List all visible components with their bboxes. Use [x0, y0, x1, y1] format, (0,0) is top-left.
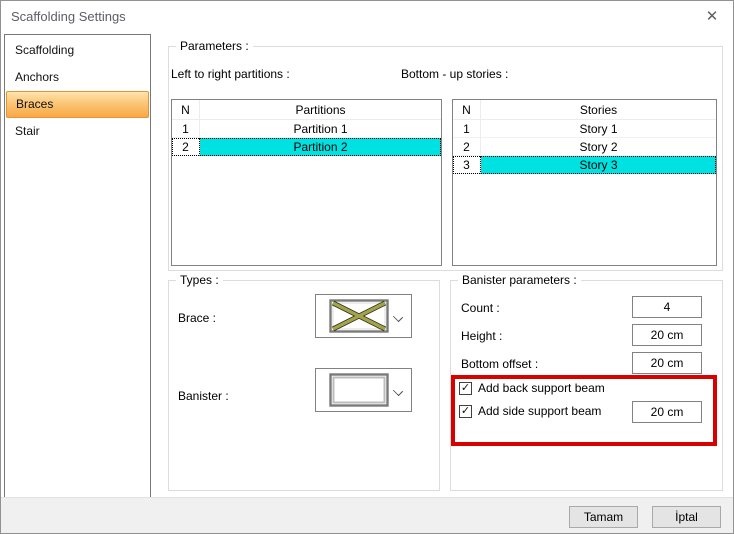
sidebar-item-anchors[interactable]: Anchors [6, 64, 149, 91]
stories-label: Bottom - up stories : [401, 67, 509, 81]
parameters-group-label: Parameters : [176, 39, 253, 53]
row-name: Story 1 [481, 120, 716, 138]
types-group-label: Types : [176, 273, 223, 287]
row-index: 1 [453, 120, 481, 138]
checkbox-checked-icon: ✓ [459, 381, 472, 395]
add-back-support-checkbox[interactable]: ✓ Add back support beam [459, 381, 605, 395]
checkbox-checked-icon: ✓ [459, 404, 472, 418]
table-row[interactable]: 2 Story 2 [453, 138, 716, 156]
stories-header-row: N Stories [453, 100, 716, 120]
sidebar-item-braces[interactable]: Braces [6, 91, 149, 118]
close-icon[interactable]: ✕ [699, 4, 725, 28]
table-row-selected[interactable]: 3 Story 3 [453, 156, 716, 174]
chevron-down-icon [394, 387, 402, 395]
row-index: 1 [172, 120, 200, 138]
scaffolding-settings-dialog: Scaffolding Settings ✕ Scaffolding Ancho… [0, 0, 734, 534]
partitions-header-n: N [172, 100, 200, 120]
stories-header-n: N [453, 100, 481, 120]
footer-bar: Tamam İptal [1, 497, 733, 533]
row-index: 2 [172, 138, 200, 156]
height-field[interactable] [632, 324, 702, 346]
stories-header-name: Stories [481, 100, 716, 120]
table-row[interactable]: 1 Story 1 [453, 120, 716, 138]
table-row-selected[interactable]: 2 Partition 2 [172, 138, 441, 156]
partitions-table: N Partitions 1 Partition 1 2 Partition 2 [171, 99, 442, 266]
cross-brace-icon [329, 299, 389, 333]
category-sidebar: Scaffolding Anchors Braces Stair [4, 34, 151, 498]
side-support-value-field[interactable] [632, 401, 702, 423]
height-label: Height : [461, 329, 503, 343]
row-name: Story 2 [481, 138, 716, 156]
row-index: 3 [453, 156, 481, 174]
chevron-down-icon [394, 313, 402, 321]
bottom-offset-field[interactable] [632, 352, 702, 374]
cancel-button[interactable]: İptal [652, 506, 721, 528]
table-row[interactable]: 1 Partition 1 [172, 120, 441, 138]
banister-type-dropdown[interactable] [315, 368, 412, 412]
partitions-header-name: Partitions [200, 100, 441, 120]
row-name: Partition 1 [200, 120, 441, 138]
ok-button[interactable]: Tamam [569, 506, 638, 528]
dialog-title: Scaffolding Settings [11, 9, 126, 24]
add-side-support-checkbox[interactable]: ✓ Add side support beam [459, 404, 601, 418]
brace-label: Brace : [178, 311, 217, 325]
brace-type-dropdown[interactable] [315, 294, 412, 338]
row-name: Partition 2 [200, 138, 441, 156]
rectangle-frame-icon [329, 373, 389, 407]
row-index: 2 [453, 138, 481, 156]
banister-parameters-group-label: Banister parameters : [458, 273, 581, 287]
title-bar: Scaffolding Settings ✕ [1, 1, 733, 31]
count-field[interactable] [632, 296, 702, 318]
add-back-support-label: Add back support beam [478, 381, 605, 395]
banister-label: Banister : [178, 389, 229, 403]
sidebar-item-scaffolding[interactable]: Scaffolding [6, 37, 149, 64]
sidebar-item-stair[interactable]: Stair [6, 118, 149, 145]
stories-table: N Stories 1 Story 1 2 Story 2 3 Story 3 [452, 99, 717, 266]
partitions-header-row: N Partitions [172, 100, 441, 120]
partitions-label: Left to right partitions : [171, 67, 290, 81]
row-name: Story 3 [481, 156, 716, 174]
bottom-offset-label: Bottom offset : [461, 357, 539, 371]
add-side-support-label: Add side support beam [478, 404, 602, 418]
count-label: Count : [461, 301, 500, 315]
